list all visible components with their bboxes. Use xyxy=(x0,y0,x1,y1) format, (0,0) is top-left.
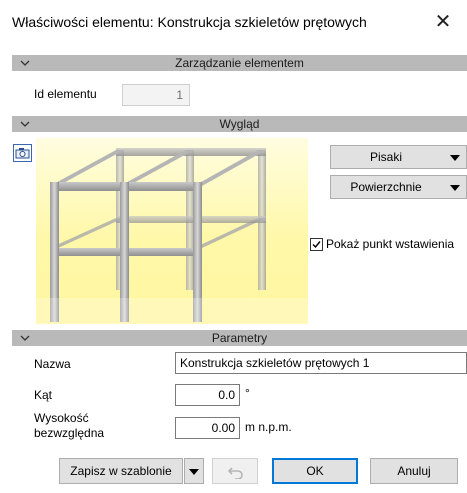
name-input[interactable]: Konstrukcja szkieletów prętowych 1 xyxy=(175,352,467,374)
caret-down-icon xyxy=(189,469,199,475)
ok-button[interactable]: OK xyxy=(272,458,358,484)
frame-structure-illustration xyxy=(36,148,308,324)
height-label-line1: Wysokość xyxy=(34,411,89,425)
section-title: Wygląd xyxy=(219,117,260,131)
pens-button-label: Pisaki xyxy=(369,150,402,164)
chevron-down-icon xyxy=(20,330,32,346)
undo-icon xyxy=(228,467,243,479)
undo-button[interactable] xyxy=(212,458,258,484)
caret-down-icon xyxy=(450,146,460,168)
height-label-line2: bezwzględna xyxy=(34,426,105,440)
chevron-down-icon xyxy=(20,55,32,71)
id-label: Id elementu xyxy=(34,87,97,101)
surfaces-button[interactable]: Powierzchnie xyxy=(330,175,467,199)
angle-label: Kąt xyxy=(34,388,53,402)
camera-icon[interactable] xyxy=(13,144,32,162)
angle-unit: ° xyxy=(245,386,250,400)
section-header-parameters[interactable]: Parametry xyxy=(12,330,467,346)
title-bar: Właściwości elementu: Konstrukcja szkiel… xyxy=(0,0,467,46)
close-icon[interactable]: ✕ xyxy=(429,8,457,36)
section-header-appearance[interactable]: Wygląd xyxy=(12,116,467,132)
name-label: Nazwa xyxy=(34,357,71,371)
chevron-down-icon xyxy=(20,116,32,132)
save-template-dropdown[interactable] xyxy=(184,458,204,484)
height-input[interactable]: 0.00 xyxy=(175,417,240,439)
show-insert-point-label: Pokaż punkt wstawienia xyxy=(326,237,455,251)
angle-input[interactable]: 0.0 xyxy=(175,384,240,406)
surfaces-button-label: Powierzchnie xyxy=(350,180,422,194)
cancel-button[interactable]: Anuluj xyxy=(370,458,458,484)
caret-down-icon xyxy=(450,176,460,198)
preview-image xyxy=(36,138,308,324)
window-title: Właściwości elementu: Konstrukcja szkiel… xyxy=(12,14,367,30)
section-title: Zarządzanie elementem xyxy=(175,56,304,70)
height-unit: m n.p.m. xyxy=(245,420,292,434)
save-template-button[interactable]: Zapisz w szablonie xyxy=(59,458,183,484)
section-title: Parametry xyxy=(211,331,268,345)
checkbox-box[interactable] xyxy=(310,238,323,251)
section-header-element-management[interactable]: Zarządzanie elementem xyxy=(12,55,467,71)
pens-button[interactable]: Pisaki xyxy=(330,145,467,169)
id-field: 1 xyxy=(122,84,190,106)
